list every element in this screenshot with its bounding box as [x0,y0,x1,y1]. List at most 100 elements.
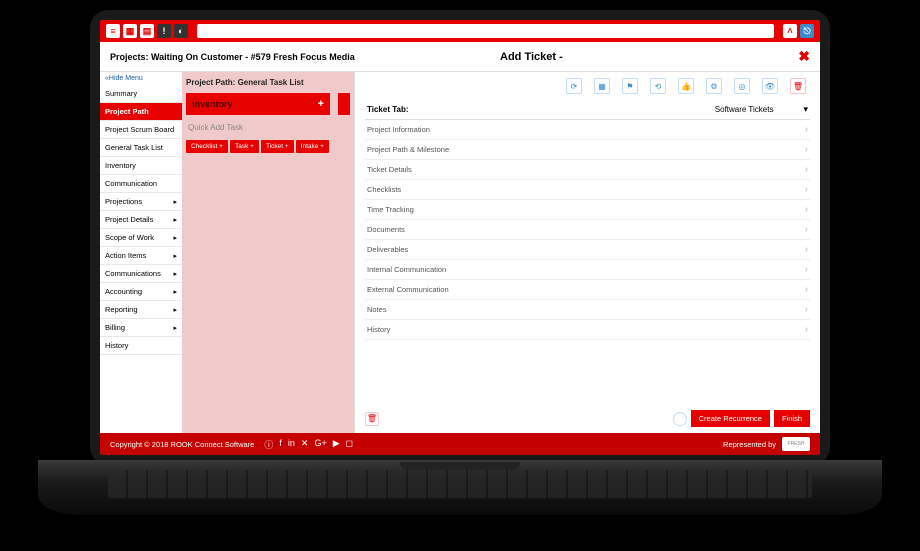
social-icons: ⓘ f in ✕ G+ ▶ ◻ [264,438,353,451]
topbar: ≡ ▦ ▤ ! ◐ ˄ ⎋ [100,20,820,42]
left-pane: «Hide Menu Summary Project Path Project … [100,72,355,433]
copyright: Copyright © 2018 ROOK Connect Software [110,440,254,449]
chevron-right-icon: › [805,224,808,235]
chip-row: Checklist + Task + Ticket + Intake + [186,140,350,153]
acc-checklists[interactable]: Checklists› [365,180,810,200]
app-logo-icon[interactable]: ≡ [106,24,120,38]
sidebar-item-summary[interactable]: Summary [100,85,182,103]
acc-documents[interactable]: Documents› [365,220,810,240]
next-section-sliver[interactable] [338,93,350,115]
sidebar-item-project-details[interactable]: Project Details▸ [100,211,182,229]
content: «Hide Menu Summary Project Path Project … [100,72,820,433]
chevron-right-icon: ▸ [173,216,177,224]
delete-icon[interactable]: 🗑 [365,412,379,426]
chip-intake[interactable]: Intake + [296,140,329,153]
project-path-label: Project Path: General Task List [186,76,350,89]
acc-notes[interactable]: Notes› [365,300,810,320]
facebook-icon[interactable]: f [279,438,282,451]
toggle-icon[interactable]: ◐ [174,24,188,38]
link-icon[interactable]: ⚙ [706,78,722,94]
breadcrumb-row: Projects: Waiting On Customer - #579 Fre… [100,42,820,72]
sidebar-item-scope[interactable]: Scope of Work▸ [100,229,182,247]
chevron-right-icon: › [805,204,808,215]
target-icon[interactable]: ◎ [734,78,750,94]
inventory-header[interactable]: Inventory + [186,93,330,115]
acc-external-comm[interactable]: External Communication› [365,280,810,300]
twitter-icon[interactable]: ✕ [301,438,309,451]
acc-time-tracking[interactable]: Time Tracking› [365,200,810,220]
sidebar: «Hide Menu Summary Project Path Project … [100,72,182,433]
acc-internal-comm[interactable]: Internal Communication› [365,260,810,280]
chevron-right-icon: ▸ [173,324,177,332]
acc-project-info[interactable]: Project Information› [365,120,810,140]
trash-icon[interactable]: 🗑 [790,78,806,94]
action-row: 🗑 Create Recurrence Finish [365,404,810,433]
sidebar-item-inventory[interactable]: Inventory [100,157,182,175]
search-input[interactable] [197,24,774,38]
chip-ticket[interactable]: Ticket + [261,140,294,153]
sidebar-item-billing[interactable]: Billing▸ [100,319,182,337]
sidebar-item-project-path[interactable]: Project Path [100,103,182,121]
sidebar-item-action-items[interactable]: Action Items▸ [100,247,182,265]
app-screen: ≡ ▦ ▤ ! ◐ ˄ ⎋ Projects: Waiting On Custo… [100,20,820,455]
chip-checklist[interactable]: Checklist + [186,140,228,153]
acc-history[interactable]: History› [365,320,810,340]
ticket-panel: ⟳ ▦ ⚑ ⟲ 👍 ⚙ ◎ 👁 🗑 Ticket Tab: Software T… [355,72,820,433]
grid-icon[interactable]: ▦ [123,24,137,38]
mid-column: Project Path: General Task List Inventor… [182,72,354,433]
chip-task[interactable]: Task + [230,140,259,153]
chevron-right-icon: › [805,164,808,175]
chevron-right-icon: › [805,184,808,195]
collapse-icon[interactable]: ˄ [783,24,797,38]
quick-add-label: Quick Add Task [186,119,350,136]
create-recurrence-button[interactable]: Create Recurrence [691,410,770,427]
chevron-right-icon: › [805,264,808,275]
chevron-right-icon: ▸ [173,288,177,296]
finish-button[interactable]: Finish [774,410,810,427]
eye-icon[interactable]: 👁 [762,78,778,94]
hide-menu-link[interactable]: «Hide Menu [100,72,182,85]
chevron-right-icon: › [805,304,808,315]
recurrence-icon[interactable] [673,412,687,426]
chevron-right-icon: ▸ [173,198,177,206]
sidebar-item-reporting[interactable]: Reporting▸ [100,301,182,319]
sidebar-item-history[interactable]: History [100,337,182,355]
linkedin-icon[interactable]: in [288,438,295,451]
close-icon[interactable]: ✖ [798,48,810,65]
plus-icon[interactable]: + [318,98,324,110]
calendar-icon[interactable]: ▤ [140,24,154,38]
ticket-tab-label: Ticket Tab: [367,105,409,114]
laptop-frame: ≡ ▦ ▤ ! ◐ ˄ ⎋ Projects: Waiting On Custo… [90,10,830,465]
footer: Copyright © 2018 ROOK Connect Software ⓘ… [100,433,820,455]
chevron-right-icon: › [805,324,808,335]
rewind-icon[interactable]: ⟲ [650,78,666,94]
sidebar-item-scrum-board[interactable]: Project Scrum Board [100,121,182,139]
chevron-right-icon: ▸ [173,306,177,314]
sidebar-item-projections[interactable]: Projections▸ [100,193,182,211]
flag-icon[interactable]: ⚑ [622,78,638,94]
sidebar-item-task-list[interactable]: General Task List [100,139,182,157]
alert-icon[interactable]: ! [157,24,171,38]
breadcrumb: Projects: Waiting On Customer - #579 Fre… [110,52,355,62]
chevron-right-icon: › [805,284,808,295]
chevron-down-icon: ▾ [803,104,808,115]
refresh-icon[interactable]: ⟳ [566,78,582,94]
date-icon[interactable]: ▦ [594,78,610,94]
youtube-icon[interactable]: ▶ [333,438,340,451]
info-icon[interactable]: ⓘ [264,438,273,451]
brand-logo: FRESH [782,437,810,451]
chevron-right-icon: ▸ [173,270,177,278]
thumb-icon[interactable]: 👍 [678,78,694,94]
chevron-right-icon: › [805,144,808,155]
acc-path-milestone[interactable]: Project Path & Milestone› [365,140,810,160]
instagram-icon[interactable]: ◻ [346,438,353,451]
panel-title: Add Ticket - [500,51,563,63]
sidebar-item-communication[interactable]: Communication [100,175,182,193]
google-icon[interactable]: G+ [314,438,326,451]
exit-icon[interactable]: ⎋ [800,24,814,38]
ticket-tab-select[interactable]: Software Tickets ▾ [715,104,808,115]
acc-deliverables[interactable]: Deliverables› [365,240,810,260]
sidebar-item-communications[interactable]: Communications▸ [100,265,182,283]
sidebar-item-accounting[interactable]: Accounting▸ [100,283,182,301]
acc-ticket-details[interactable]: Ticket Details› [365,160,810,180]
